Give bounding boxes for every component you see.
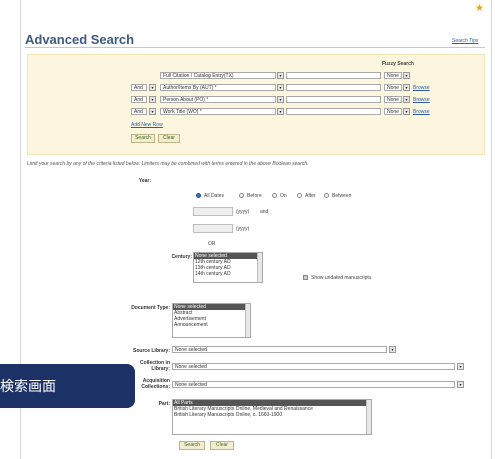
bottom-clear-button[interactable]: Clear xyxy=(210,441,234,450)
field-select-4[interactable]: Work Title (WO) * xyxy=(160,108,276,115)
document-type-option[interactable]: Announcement xyxy=(173,322,250,328)
radio-on-label: On xyxy=(280,193,287,199)
part-option[interactable]: British Literary Manuscripts Online, c. … xyxy=(173,412,371,418)
radio-between[interactable] xyxy=(324,193,329,198)
radio-between-label: Between xyxy=(332,193,352,199)
bottom-search-button[interactable]: Search xyxy=(179,441,205,450)
radio-after-label: After xyxy=(305,193,316,199)
term-input-2[interactable] xyxy=(286,84,381,91)
browse-link-2[interactable]: Browse xyxy=(413,85,430,91)
year-from-format: (yyyy) xyxy=(236,209,250,215)
favorite-star-icon[interactable]: ★ xyxy=(475,3,484,14)
fuzzy-select-1[interactable]: None xyxy=(384,72,402,79)
year-to-format: (yyyy) xyxy=(236,226,250,232)
limit-hint-text: Limit your search by any of the criteria… xyxy=(27,161,309,167)
document-type-scrollbar[interactable] xyxy=(245,304,250,337)
source-library-select[interactable]: None selected xyxy=(172,346,387,353)
fuzzy-select-3-arrow[interactable]: ▾ xyxy=(403,96,410,103)
fuzzy-select-2-arrow[interactable]: ▾ xyxy=(403,84,410,91)
show-undated-checkbox[interactable] xyxy=(303,275,308,280)
radio-after[interactable] xyxy=(297,193,302,198)
bool-select-3[interactable]: And xyxy=(131,96,147,103)
query-builder-panel xyxy=(27,54,485,155)
fuzzy-select-4-arrow[interactable]: ▾ xyxy=(403,108,410,115)
document-type-listbox[interactable]: None selected Abstract Advertisement Ann… xyxy=(172,303,251,338)
title-divider xyxy=(25,47,485,48)
field-select-2[interactable]: Author/Items By (AUT) * xyxy=(160,84,276,91)
radio-all-dates-label: All Dates xyxy=(204,193,225,199)
bool-select-4[interactable]: And xyxy=(131,108,147,115)
show-undated-label: Show undated manuscripts xyxy=(311,275,372,281)
term-input-1[interactable] xyxy=(286,72,381,79)
field-select-2-arrow[interactable]: ▾ xyxy=(277,84,284,91)
year-from-input[interactable] xyxy=(193,207,233,216)
browse-link-3[interactable]: Browse xyxy=(413,97,430,103)
field-select-1[interactable]: Full Citation / Catalog Entry(TX) xyxy=(160,72,276,79)
fuzzy-search-label: Fuzzy Search xyxy=(382,61,414,67)
source-library-arrow[interactable]: ▾ xyxy=(389,346,396,353)
century-listbox[interactable]: None selected 12th century AD 13th centu… xyxy=(193,252,263,283)
bool-select-2[interactable]: And xyxy=(131,84,147,91)
browse-link-4[interactable]: Browse xyxy=(413,109,430,115)
search-tips-link[interactable]: Search Tips xyxy=(452,38,478,44)
page-title: Advanced Search xyxy=(25,32,135,47)
term-input-3[interactable] xyxy=(286,96,381,103)
century-option[interactable]: 14th century AD xyxy=(194,271,262,277)
part-label: Part: xyxy=(158,401,170,407)
fuzzy-select-1-arrow[interactable]: ▾ xyxy=(403,72,410,79)
acquisition-collections-arrow[interactable]: ▾ xyxy=(457,381,464,388)
fuzzy-select-3[interactable]: None xyxy=(384,96,402,103)
year-to-input[interactable] xyxy=(193,224,233,233)
search-button[interactable]: Search xyxy=(131,134,155,143)
radio-all-dates[interactable] xyxy=(196,193,201,198)
bool-select-2-arrow[interactable]: ▾ xyxy=(149,84,156,91)
field-select-3-arrow[interactable]: ▾ xyxy=(277,96,284,103)
collection-in-library-arrow[interactable]: ▾ xyxy=(457,363,464,370)
source-library-label: Source Library: xyxy=(133,348,170,354)
document-type-label: Document Type: xyxy=(131,305,170,311)
century-label: Century: xyxy=(171,254,192,260)
add-new-row-link[interactable]: Add New Row xyxy=(131,122,163,128)
collection-in-library-select[interactable]: None selected xyxy=(172,363,455,370)
year-and-label: and xyxy=(260,209,269,215)
year-label: Year: xyxy=(138,178,151,184)
fuzzy-select-2[interactable]: None xyxy=(384,84,402,91)
or-label: OR xyxy=(208,241,216,247)
radio-on[interactable] xyxy=(272,193,277,198)
radio-before-label: Before xyxy=(247,193,262,199)
bool-select-4-arrow[interactable]: ▾ xyxy=(149,108,156,115)
century-scrollbar[interactable] xyxy=(257,253,262,282)
field-select-4-arrow[interactable]: ▾ xyxy=(277,108,284,115)
part-scrollbar[interactable] xyxy=(366,400,371,434)
fuzzy-select-4[interactable]: None xyxy=(384,108,402,115)
field-select-1-arrow[interactable]: ▾ xyxy=(277,72,284,79)
term-input-4[interactable] xyxy=(286,108,381,115)
bool-select-3-arrow[interactable]: ▾ xyxy=(149,96,156,103)
acquisition-collections-select[interactable]: None selected xyxy=(172,381,455,388)
caption-text: 検索画面 xyxy=(0,379,56,395)
part-listbox[interactable]: All Parts British Literary Manuscripts O… xyxy=(172,399,372,435)
field-select-3[interactable]: Person About (PO) * xyxy=(160,96,276,103)
radio-before[interactable] xyxy=(239,193,244,198)
clear-button[interactable]: Clear xyxy=(158,134,180,143)
